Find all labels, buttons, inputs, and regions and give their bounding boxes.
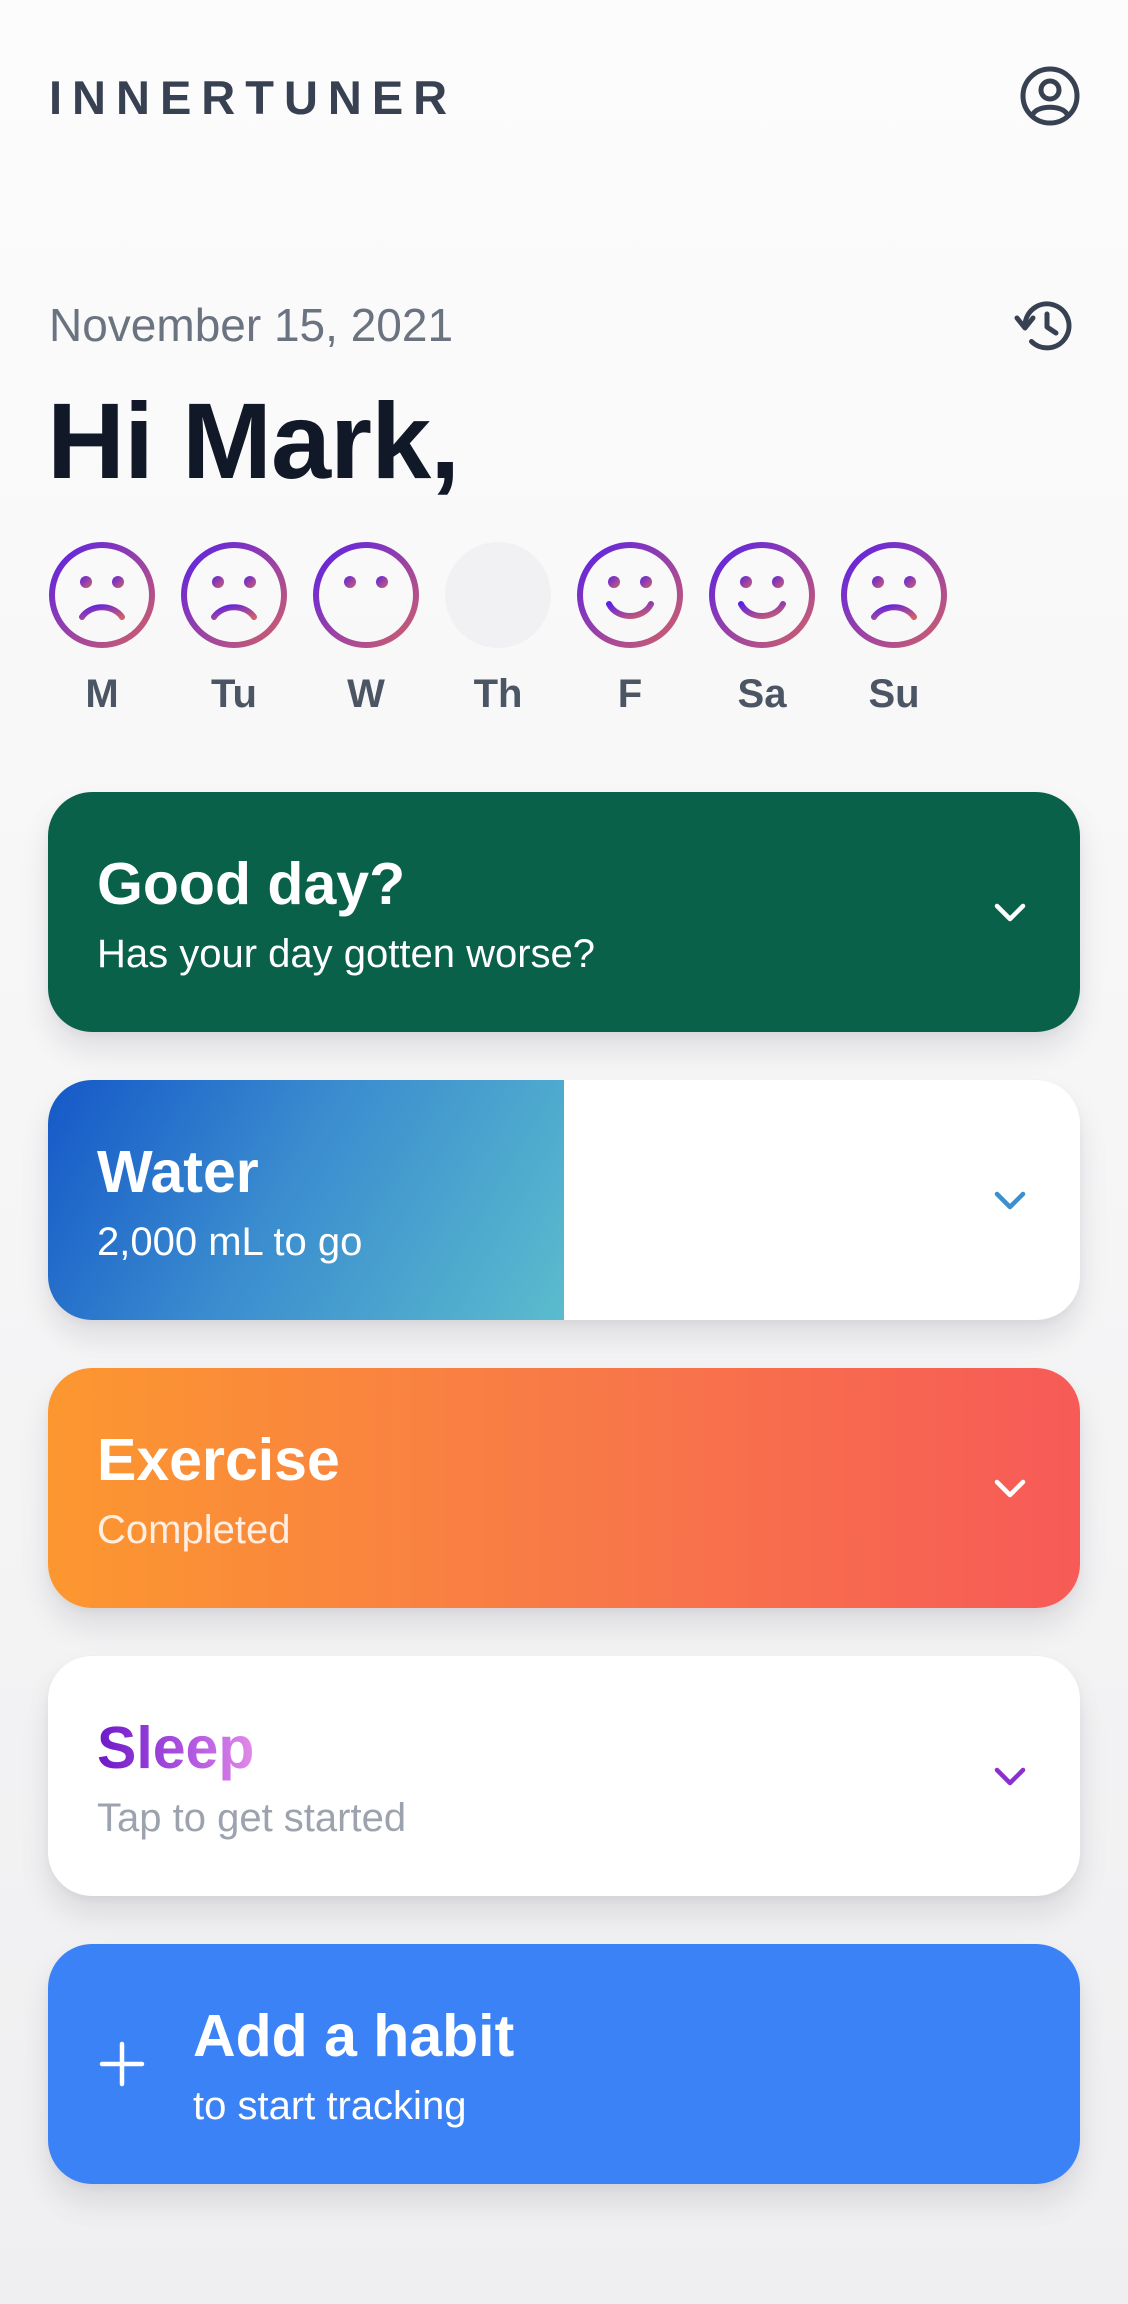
day-mood-sa[interactable]: Sa (707, 540, 817, 717)
sleep-card-title: Sleep (97, 1715, 255, 1781)
greeting-heading: Hi Mark, (47, 380, 460, 501)
add-habit-subtitle: to start tracking (193, 2084, 467, 2128)
mood-card[interactable]: Good day? Has your day gotten worse? (48, 792, 1080, 1032)
chevron-down-icon (994, 903, 1026, 922)
day-mood-su[interactable]: Su (839, 540, 949, 717)
day-mood-w[interactable]: W (311, 540, 421, 717)
profile-button[interactable] (1018, 64, 1082, 128)
chevron-down-icon (994, 1767, 1026, 1786)
sad-face-icon (841, 542, 947, 648)
add-habit-button[interactable]: Add a habit to start tracking (48, 1944, 1080, 2184)
chevron-down-icon (994, 1479, 1026, 1498)
exercise-card-title: Exercise (97, 1427, 340, 1493)
day-label: Th (473, 672, 523, 716)
chevron-down-icon (994, 1191, 1026, 1210)
exercise-card-subtitle: Completed (97, 1508, 291, 1552)
happy-face-icon (577, 542, 683, 648)
water-card-subtitle: 2,000 mL to go (97, 1220, 363, 1264)
day-label: F (617, 672, 643, 716)
add-habit-title: Add a habit (193, 2003, 515, 2069)
day-label: Tu (211, 672, 257, 716)
history-button[interactable] (1013, 294, 1077, 358)
home-screen: INNERTUNER November 15, 2021 Hi Mark, M T… (0, 0, 1128, 2304)
day-mood-tu[interactable]: Tu (179, 540, 289, 717)
day-label: Sa (737, 672, 787, 716)
sad-face-icon (49, 542, 155, 648)
day-label: M (85, 672, 119, 716)
plus-icon (99, 2041, 145, 2087)
empty-mood-icon (445, 542, 551, 648)
day-mood-m[interactable]: M (47, 540, 157, 717)
app-brand: INNERTUNER (49, 71, 458, 124)
day-mood-th[interactable]: Th (443, 540, 553, 717)
neutral-face-icon (313, 542, 419, 648)
user-circle-icon (1020, 66, 1080, 126)
mood-card-title: Good day? (97, 851, 406, 917)
exercise-card[interactable]: Exercise Completed (48, 1368, 1080, 1608)
current-date: November 15, 2021 (49, 299, 454, 351)
water-card[interactable]: Water 2,000 mL to go (48, 1080, 1080, 1320)
day-label: W (347, 672, 385, 716)
mood-card-subtitle: Has your day gotten worse? (97, 932, 596, 976)
day-label: Su (868, 672, 920, 716)
week-mood-tracker: M Tu W Th F Sa Su (47, 540, 997, 720)
day-mood-f[interactable]: F (575, 540, 685, 717)
sad-face-icon (181, 542, 287, 648)
sleep-card[interactable]: Sleep Tap to get started (48, 1656, 1080, 1896)
sleep-card-subtitle: Tap to get started (97, 1796, 407, 1840)
water-card-title: Water (97, 1139, 259, 1205)
history-clock-icon (1014, 301, 1072, 351)
happy-face-icon (709, 542, 815, 648)
